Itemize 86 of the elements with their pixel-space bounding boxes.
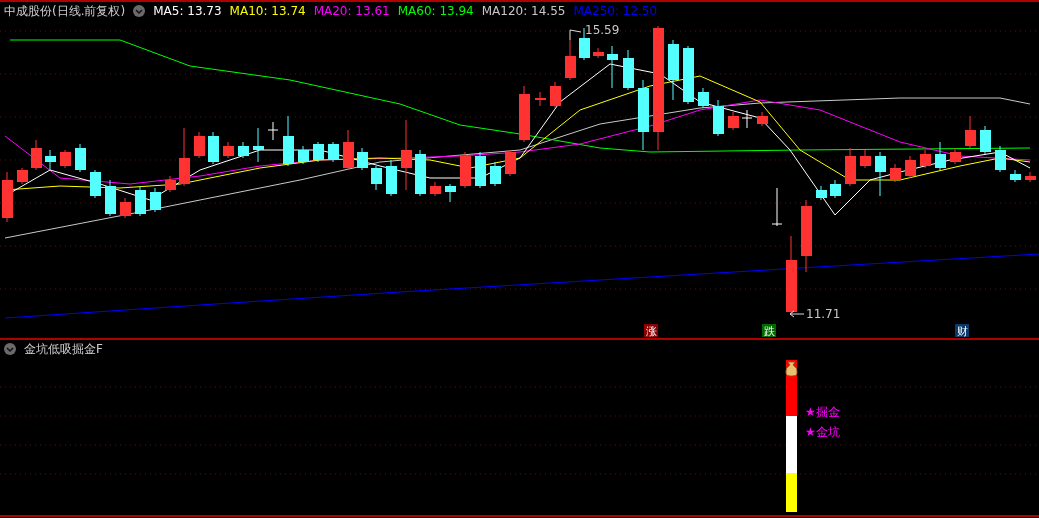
candlestick [371,165,382,191]
candlestick [623,49,634,91]
candlestick [505,149,516,177]
money-bag-icon [785,361,798,377]
candlestick [845,147,856,187]
candlestick [920,149,931,169]
candlestick [31,139,42,171]
candlestick [165,175,176,193]
candlestick [593,47,604,59]
candlestick [357,147,368,171]
candlestick [194,131,205,159]
candlestick [343,129,354,171]
chart-title: 中成股份(日线.前复权) [4,2,126,20]
candlestick [460,151,471,189]
event-marker[interactable]: 跌 [762,324,776,338]
candlestick [875,151,886,197]
indicator-title: 金坑低吸掘金F [24,340,103,358]
event-marker[interactable]: 财 [955,324,969,338]
candlestick [45,149,56,171]
candlestick [490,161,501,187]
candlestick [401,119,412,191]
candlestick [1010,169,1021,183]
pointer-arrow-icon [569,29,582,41]
candlestick [60,149,71,169]
candlestick [995,145,1006,173]
candlestick [17,167,28,185]
pointer-arrow-icon [789,310,805,318]
candlestick [757,111,768,127]
candlestick [238,141,249,159]
candlestick [698,87,709,109]
candlestick [519,85,530,143]
candlestick [415,149,426,197]
candlestick [120,197,131,219]
candlestick [935,141,946,171]
candlestick [179,127,190,187]
candlestick [638,79,649,151]
low-price-label: 11.71 [806,307,841,321]
candlestick [980,125,991,155]
candlestick [386,159,397,197]
signal-label: ★金坑 [805,425,840,439]
candlestick [965,115,976,149]
candlestick [2,171,13,223]
event-marker[interactable]: 涨 [644,324,658,338]
candlestick [430,181,441,197]
candlestick [550,81,561,109]
candlestick [267,121,279,141]
candlestick [1025,171,1036,183]
candlestick [90,169,101,199]
moving-average-value: MA60: 13.94 [397,4,474,18]
candlestick [741,109,753,129]
candlestick [683,45,694,105]
candlestick [535,91,546,107]
moving-average-value: MA250: 12.50 [573,4,658,18]
candlestick [150,187,161,213]
candlestick [713,99,724,137]
candlestick [905,155,916,179]
signal-label: ★掘金 [805,405,840,419]
high-price-label: 15.59 [585,23,620,37]
moving-average-value: MA10: 13.74 [229,4,306,18]
candlestick [135,185,146,217]
candlestick [283,115,294,167]
candlestick [445,183,456,203]
candlestick [771,187,783,227]
candlestick [75,143,86,173]
candlestick [298,145,309,165]
candlestick [860,149,871,169]
candlestick [565,39,576,81]
dropdown-icon[interactable] [133,5,146,17]
candlestick [328,141,339,163]
moving-average-value: MA120: 14.55 [481,4,566,18]
candlestick [830,179,841,199]
candlestick [475,151,486,189]
candlestick [105,179,116,217]
candlestick [223,141,234,159]
candlestick [253,127,264,163]
moving-average-value: MA5: 13.73 [153,4,222,18]
candlestick [607,45,618,89]
candlestick [313,141,324,163]
candlestick [950,147,961,165]
candlestick [890,163,901,183]
candlestick [668,39,679,101]
moving-average-value: MA20: 13.61 [313,4,390,18]
dropdown-icon[interactable] [4,343,16,355]
candlestick [816,185,827,201]
candlestick [208,131,219,165]
candlestick [728,111,739,131]
